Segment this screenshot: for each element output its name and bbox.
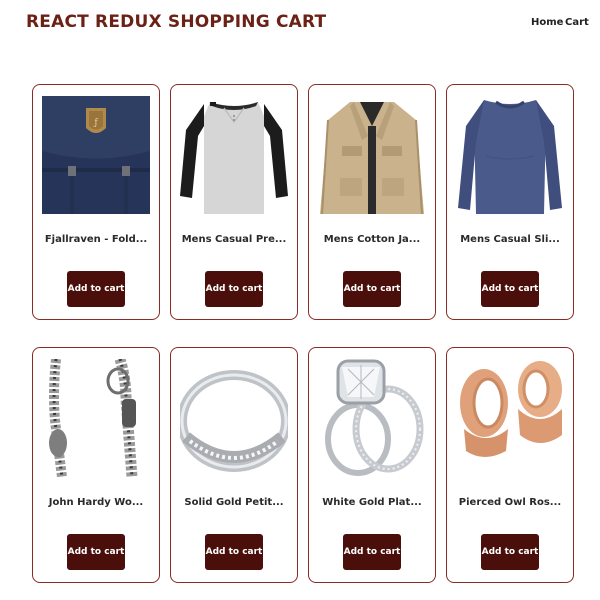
product-title[interactable]: Solid Gold Petit... — [171, 497, 297, 508]
brand-title[interactable]: REACT REDUX SHOPPING CART — [26, 12, 326, 32]
add-to-cart-button[interactable]: Add to cart — [343, 534, 401, 570]
product-card: Solid Gold Petit... Add to cart — [170, 347, 298, 583]
product-image[interactable] — [456, 96, 564, 214]
nav-home-link[interactable]: Home — [531, 17, 563, 28]
product-image[interactable] — [180, 359, 288, 477]
product-image[interactable] — [42, 359, 150, 477]
product-title[interactable]: White Gold Plat... — [309, 497, 435, 508]
product-image[interactable] — [180, 96, 288, 214]
product-card: Mens Casual Pre... Add to cart — [170, 84, 298, 320]
product-card: Pierced Owl Ros... Add to cart — [446, 347, 574, 583]
add-to-cart-button[interactable]: Add to cart — [343, 271, 401, 307]
product-title[interactable]: John Hardy Wo... — [33, 497, 159, 508]
product-image[interactable]: ƒ — [42, 96, 150, 214]
navbar: REACT REDUX SHOPPING CART Home Cart — [0, 0, 600, 48]
product-title[interactable]: Mens Cotton Ja... — [309, 234, 435, 245]
product-card: John Hardy Wo... Add to cart — [32, 347, 160, 583]
add-to-cart-button[interactable]: Add to cart — [67, 271, 125, 307]
product-title[interactable]: Pierced Owl Ros... — [447, 497, 573, 508]
product-image[interactable] — [318, 96, 426, 214]
product-card: ƒ Fjallraven - Fold... Add to cart — [32, 84, 160, 320]
product-card: Mens Cotton Ja... Add to cart — [308, 84, 436, 320]
product-title[interactable]: Fjallraven - Fold... — [33, 234, 159, 245]
add-to-cart-button[interactable]: Add to cart — [481, 271, 539, 307]
product-card: White Gold Plat... Add to cart — [308, 347, 436, 583]
add-to-cart-button[interactable]: Add to cart — [205, 271, 263, 307]
product-card: Mens Casual Sli... Add to cart — [446, 84, 574, 320]
add-to-cart-button[interactable]: Add to cart — [481, 534, 539, 570]
product-title[interactable]: Mens Casual Sli... — [447, 234, 573, 245]
add-to-cart-button[interactable]: Add to cart — [205, 534, 263, 570]
product-image[interactable] — [318, 359, 426, 477]
product-title[interactable]: Mens Casual Pre... — [171, 234, 297, 245]
svg-text:ƒ: ƒ — [93, 118, 98, 128]
nav-cart-link[interactable]: Cart — [565, 17, 589, 28]
add-to-cart-button[interactable]: Add to cart — [67, 534, 125, 570]
product-image[interactable] — [456, 359, 564, 477]
